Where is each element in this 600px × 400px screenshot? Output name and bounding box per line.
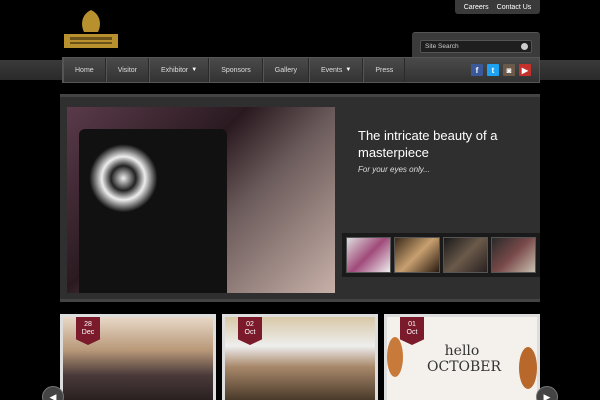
slider-thumbnails: [342, 233, 540, 277]
date-month: Dec: [81, 329, 95, 336]
nav-label-gallery: Gallery: [274, 66, 297, 74]
embroidered-vest-image: [79, 129, 227, 293]
slider-thumbnail[interactable]: [442, 237, 488, 273]
chevron-right-icon: ▶: [543, 391, 551, 400]
contact-us-link[interactable]: Contact Us: [497, 4, 532, 11]
date-month: Oct: [406, 329, 418, 336]
date-badge: 28 Dec: [76, 317, 100, 345]
news-card[interactable]: hello OCTOBER 01 Oct: [384, 314, 540, 400]
nav-label-sponsors: Sponsors: [221, 66, 251, 74]
news-card[interactable]: 28 Dec: [60, 314, 216, 400]
news-card[interactable]: 02 Oct: [222, 314, 378, 400]
nav-label-visitor: Visitor: [117, 66, 138, 74]
date-badge: 01 Oct: [400, 317, 424, 345]
search-icon[interactable]: [521, 43, 528, 50]
date-month: Oct: [244, 329, 256, 336]
chevron-down-icon: ▼: [345, 67, 352, 73]
slider-thumbnail[interactable]: [346, 237, 392, 273]
main-navigation: Home Visitor Exhibitor ▼ Sponsors Gallery…: [62, 57, 540, 83]
nav-label-events: Events: [320, 66, 343, 74]
slider-subline: For your eyes only...: [358, 165, 430, 174]
search-input[interactable]: Site Search: [420, 40, 532, 53]
date-day: 28: [84, 321, 92, 328]
nav-item-exhibitor[interactable]: Exhibitor ▼: [149, 58, 210, 82]
search-box: Site Search: [412, 32, 540, 58]
nav-label-exhibitor: Exhibitor: [161, 66, 189, 74]
date-day: 01: [408, 321, 416, 328]
top-links: Careers Contact Us: [455, 0, 540, 14]
chevron-down-icon: ▼: [191, 67, 198, 73]
slider-thumbnail[interactable]: [490, 237, 536, 273]
slider-headline: The intricate beauty of a masterpiece: [358, 128, 498, 160]
news-cards: 28 Dec 02 Oct hello OCTOBER 01 Oct: [60, 314, 540, 400]
twitter-icon[interactable]: t: [487, 64, 499, 76]
nav-item-gallery[interactable]: Gallery: [262, 58, 309, 82]
nav-item-events[interactable]: Events ▼: [308, 58, 364, 82]
date-badge: 02 Oct: [238, 317, 262, 345]
social-links: f t ◙ ▶: [471, 64, 531, 76]
date-day: 02: [246, 321, 254, 328]
careers-link[interactable]: Careers: [464, 4, 489, 11]
chevron-left-icon: ◀: [49, 391, 57, 400]
nav-item-home[interactable]: Home: [63, 58, 106, 82]
site-logo[interactable]: [60, 6, 122, 52]
card-image-text: hello OCTOBER: [427, 342, 502, 375]
slider-thumbnail[interactable]: [394, 237, 440, 273]
next-arrow-button[interactable]: ▶: [536, 386, 558, 400]
nav-label-press: Press: [375, 66, 394, 74]
featured-slider: The intricate beauty of a masterpiece Fo…: [60, 94, 540, 302]
facebook-icon[interactable]: f: [471, 64, 483, 76]
slider-hero-image[interactable]: [67, 107, 335, 293]
nav-label-home: Home: [75, 66, 94, 74]
nav-item-sponsors[interactable]: Sponsors: [209, 58, 263, 82]
nav-item-press[interactable]: Press: [363, 58, 406, 82]
youtube-icon[interactable]: ▶: [519, 64, 531, 76]
nav-item-visitor[interactable]: Visitor: [105, 58, 150, 82]
instagram-icon[interactable]: ◙: [503, 64, 515, 76]
